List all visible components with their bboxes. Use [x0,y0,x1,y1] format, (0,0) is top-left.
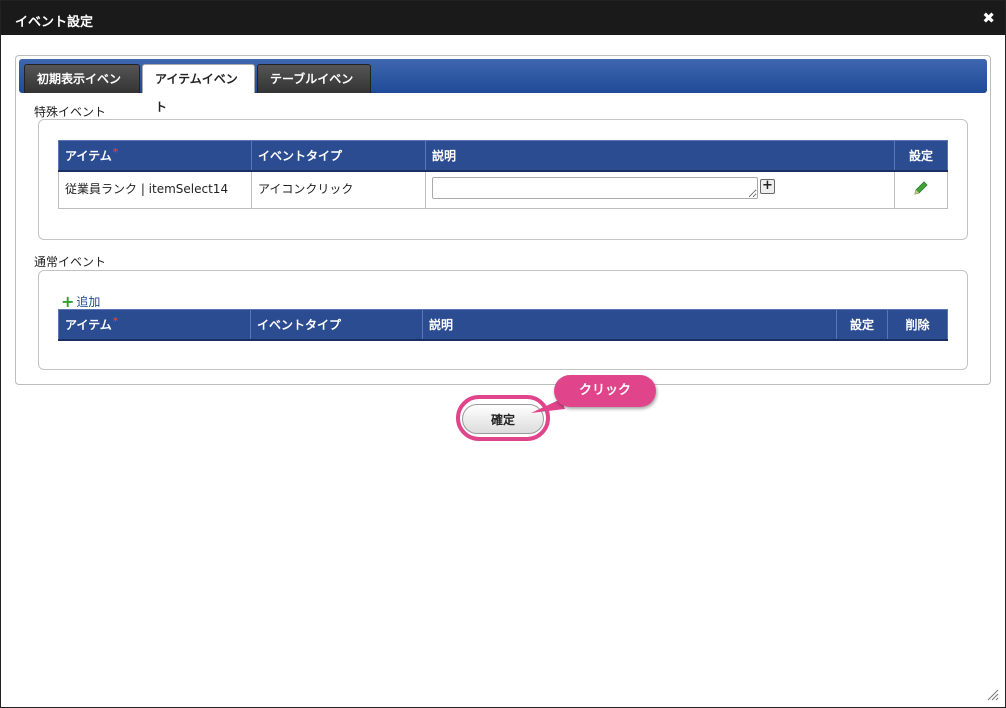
pencil-icon[interactable] [913,180,929,196]
column-header-delete: 削除 [887,309,948,341]
column-header-item[interactable]: アイテム* [58,140,252,172]
column-header-item-label: アイテム [65,148,112,163]
column-header-event-type[interactable]: イベントタイプ [251,140,426,172]
table-row: 従業員ランク | itemSelect14 アイコンクリック + [58,170,948,209]
resize-grip-icon[interactable] [987,689,999,701]
tab-initial-display-event[interactable]: 初期表示イベント [24,64,140,114]
expand-description-button[interactable]: + [760,178,775,194]
column-header-item[interactable]: アイテム* [58,309,251,341]
dialog-titlebar: イベント設定 ✖ [1,1,1005,35]
column-header-settings: 設定 [836,309,888,341]
cell-description: + [425,170,895,209]
cell-settings [894,170,948,209]
column-header-description[interactable]: 説明 [425,140,895,172]
required-marker: * [112,315,119,327]
tab-table-event[interactable]: テーブルイベント [257,64,371,114]
tab-item-event[interactable]: アイテムイベント [142,64,255,114]
normal-events-label: 通常イベント [34,255,107,269]
cell-item: 従業員ランク | itemSelect14 [58,170,252,209]
cell-event-type: アイコンクリック [251,170,426,209]
column-header-description[interactable]: 説明 [422,309,837,341]
tab-strip: 初期表示イベント アイテムイベント テーブルイベント [19,59,987,114]
column-header-item-label: アイテム [65,317,112,332]
table-header-row: アイテム* イベントタイプ 説明 設定 [58,140,948,172]
event-settings-dialog: イベント設定 ✖ 初期表示イベント アイテムイベント テーブルイベント 特殊イベ… [0,0,1006,708]
special-events-table: アイテム* イベントタイプ 説明 設定 従業員ランク | itemSelect1… [58,140,948,209]
normal-events-table: アイテム* イベントタイプ 説明 設定 削除 [58,309,948,341]
column-header-event-type[interactable]: イベントタイプ [250,309,423,341]
description-input[interactable] [432,176,758,199]
required-marker: * [112,146,119,158]
click-callout: クリック [554,375,656,407]
add-event-label: 追加 [76,295,101,309]
close-icon[interactable]: ✖ [982,9,995,27]
table-header-row: アイテム* イベントタイプ 説明 設定 削除 [58,309,948,341]
dialog-title: イベント設定 [15,15,94,30]
special-events-label: 特殊イベント [34,105,107,119]
column-header-settings: 設定 [894,140,948,172]
